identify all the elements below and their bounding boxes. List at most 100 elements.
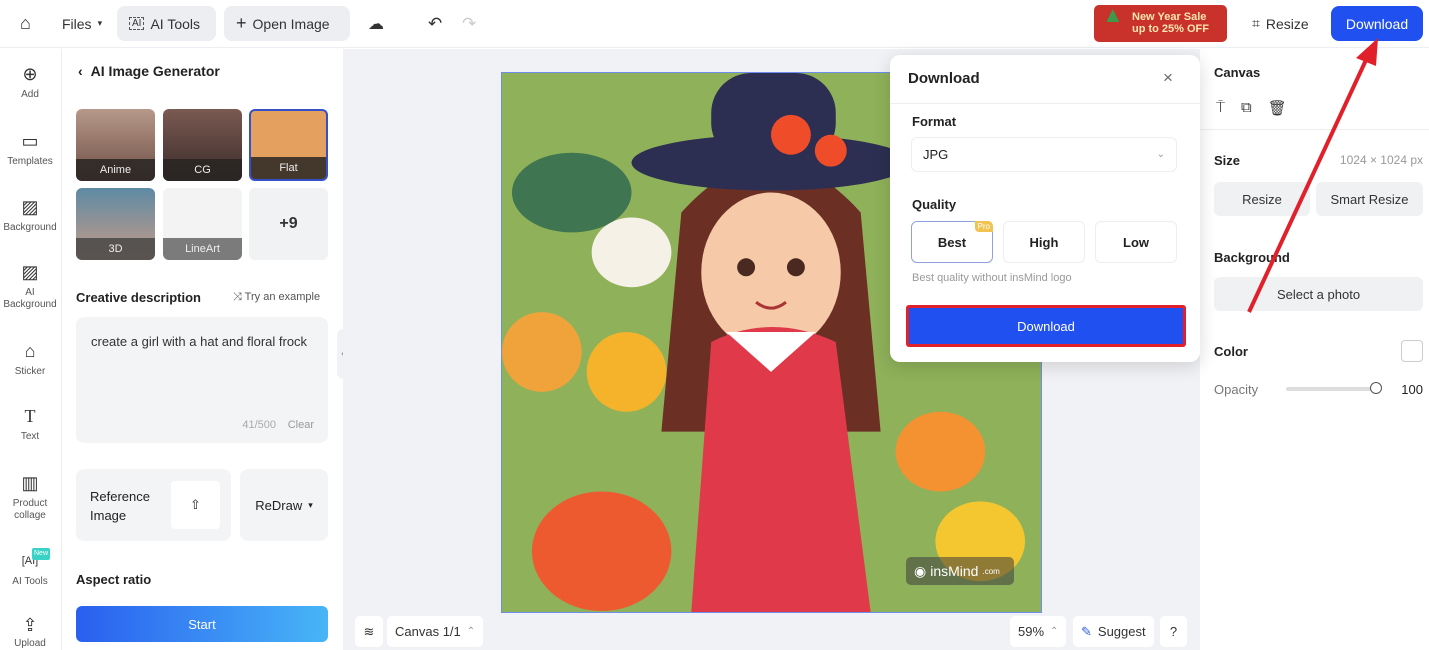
quality-high[interactable]: High <box>1003 221 1085 263</box>
hatch-sparkle-icon: ▨ <box>21 262 39 282</box>
format-select[interactable]: JPG ⌄ <box>911 137 1177 172</box>
undo-button[interactable]: ↶ <box>416 6 454 41</box>
rail-product-collage[interactable]: ▥ Product collage <box>0 473 60 522</box>
tool-rail: ⊕ Add ▭ Templates ▨ Background ▨ AI Backgrou… <box>0 49 62 650</box>
try-example-link[interactable]: ⤨ Try an example <box>233 291 320 304</box>
files-label: Files <box>62 15 92 32</box>
aspect-label: Aspect ratio <box>76 572 152 587</box>
watermark: ◉ insMind .com <box>906 557 1014 585</box>
chevron-down-icon: ⌄ <box>1156 149 1165 160</box>
style-3d[interactable]: 3D <box>76 188 155 260</box>
files-menu[interactable]: Files ▾ <box>50 6 114 41</box>
style-anime[interactable]: Anime <box>76 109 155 181</box>
open-image-button[interactable]: + Open Image <box>224 6 350 41</box>
format-label: Format <box>912 114 957 129</box>
style-cg[interactable]: CG <box>163 109 242 181</box>
color-swatch[interactable] <box>1401 340 1423 362</box>
dialog-title: Download <box>908 70 980 87</box>
resize-label: Resize <box>1265 15 1309 32</box>
crop-icon: ⌗ <box>1252 15 1260 31</box>
template-icon: ▭ <box>21 131 39 151</box>
chevron-up-icon: ⌃ <box>466 626 476 637</box>
background-heading: Background <box>1214 250 1290 265</box>
rail-ai-tools[interactable]: [AI] New AI Tools <box>0 548 60 588</box>
upload-button[interactable]: ⇧ <box>171 481 220 529</box>
canvas-label: Canvas 1/1 <box>395 624 461 639</box>
cloud-upload-icon: ⇧ <box>190 497 201 512</box>
suggest-button[interactable]: ✎ Suggest <box>1073 616 1154 647</box>
style-flat[interactable]: Flat <box>249 109 328 181</box>
size-label: Size <box>1214 153 1241 168</box>
size-value: 1024 × 1024 px <box>1339 153 1423 167</box>
rail-templates[interactable]: ▭ Templates <box>0 131 60 168</box>
redraw-dropdown[interactable]: ReDraw ▾ <box>240 469 328 541</box>
dialog-download-button[interactable]: Download <box>906 305 1186 347</box>
zoom-button[interactable]: 59% ⌃ <box>1010 616 1067 647</box>
rail-text[interactable]: T Text <box>0 406 60 443</box>
rail-add[interactable]: ⊕ Add <box>0 64 60 101</box>
duplicate-icon[interactable]: ⧉ <box>1241 99 1252 117</box>
start-button[interactable]: Start <box>76 606 328 642</box>
desc-label: Creative description <box>76 290 201 305</box>
help-button[interactable]: ? <box>1160 616 1187 647</box>
new-badge: New <box>32 548 51 560</box>
select-photo-button[interactable]: Select a photo <box>1214 277 1423 311</box>
opacity-slider-handle[interactable] <box>1370 382 1382 394</box>
rail-label: Text <box>20 431 40 442</box>
layers-button[interactable]: ≋ <box>355 616 383 647</box>
style-label: CG <box>163 159 242 181</box>
quality-label: Quality <box>912 197 957 212</box>
rail-upload[interactable]: ⇪ Upload <box>0 615 60 650</box>
rail-background[interactable]: ▨ Background <box>0 197 60 234</box>
rail-label: Add <box>21 89 39 100</box>
resize-button[interactable]: Resize <box>1214 182 1310 216</box>
style-label: Anime <box>76 159 155 181</box>
reference-image-box[interactable]: Reference Image ⇧ <box>76 469 231 541</box>
text-icon: T <box>24 406 36 426</box>
redo-button[interactable]: ↷ <box>450 6 488 41</box>
smart-resize-button[interactable]: Smart Resize <box>1316 182 1423 216</box>
chevron-down-icon: ▾ <box>97 18 103 28</box>
cloud-save-button[interactable]: ☁ <box>356 6 396 41</box>
paint-roller-icon[interactable]: ⍑ <box>1216 99 1225 117</box>
quality-low[interactable]: Low <box>1095 221 1177 263</box>
clear-button[interactable]: Clear <box>288 416 314 435</box>
download-button[interactable]: Download <box>1331 6 1423 41</box>
panel-header[interactable]: ‹ AI Image Generator <box>78 63 220 79</box>
opacity-slider[interactable] <box>1286 387 1376 391</box>
close-icon[interactable]: × <box>1163 68 1173 88</box>
more-styles-button[interactable]: +9 <box>249 188 328 260</box>
style-lineart[interactable]: LineArt <box>163 188 242 260</box>
canvas-heading: Canvas <box>1214 65 1261 80</box>
collage-icon: ▥ <box>21 473 39 493</box>
quality-note: Best quality without insMind logo <box>912 272 1072 284</box>
prompt-textarea[interactable]: create a girl with a hat and floral froc… <box>76 317 328 443</box>
rail-ai-background[interactable]: ▨ AI Background <box>0 262 60 311</box>
sticker-icon: ⌂ <box>24 341 36 361</box>
canvas-pages-button[interactable]: Canvas 1/1 ⌃ <box>387 616 484 647</box>
watermark-suffix: .com <box>982 566 1000 576</box>
promo-banner[interactable]: ▲ New Year Sale up to 25% OFF <box>1094 4 1227 42</box>
format-value: JPG <box>923 147 949 162</box>
hatch-icon: ▨ <box>21 197 39 217</box>
rail-sticker[interactable]: ⌂ Sticker <box>0 341 60 378</box>
properties-panel: Canvas ⍑ ⧉ 🗑 Size 1024 × 1024 px Resize Sm… <box>1200 49 1429 650</box>
quality-best[interactable]: Best Pro <box>911 221 993 263</box>
ai-icon: [AI] <box>21 555 39 567</box>
insmind-logo-icon: ◉ <box>914 562 927 579</box>
resize-button[interactable]: ⌗ Resize <box>1240 6 1321 41</box>
char-count: 41/500 <box>242 419 276 431</box>
trash-icon[interactable]: 🗑 <box>1268 99 1287 117</box>
zoom-level: 59% <box>1018 624 1045 639</box>
ai-generator-panel: ‹ AI Image Generator Anime CG Flat 3D Lin… <box>62 49 349 650</box>
layers-icon: ≋ <box>363 623 375 639</box>
promo-line1: New Year Sale <box>1132 11 1207 23</box>
style-label: 3D <box>76 238 155 260</box>
home-button[interactable]: ⌂ <box>8 6 43 41</box>
watermark-text: insMind <box>930 563 979 579</box>
ai-tools-button[interactable]: AI AI Tools <box>117 6 216 41</box>
rail-label: Templates <box>7 156 53 167</box>
prompt-text: create a girl with a hat and floral froc… <box>91 334 308 349</box>
promo-line2: up to 25% OFF <box>1132 23 1209 35</box>
panel-title: AI Image Generator <box>90 63 220 79</box>
